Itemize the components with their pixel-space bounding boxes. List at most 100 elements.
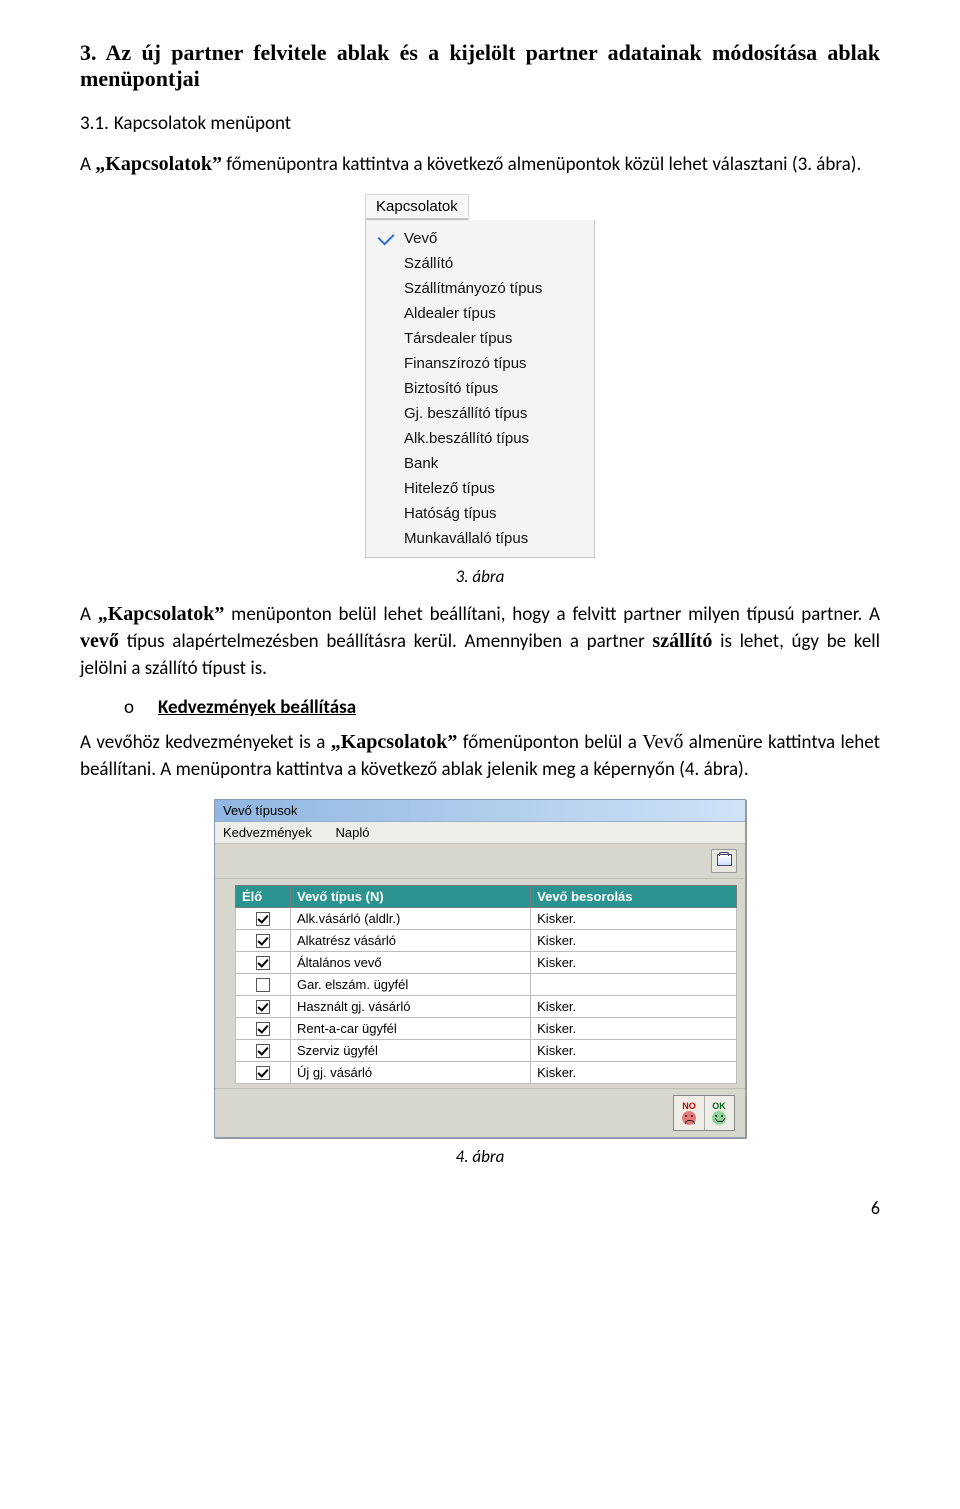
row-class: Kisker. <box>531 930 737 952</box>
row-checkbox-cell[interactable] <box>236 952 291 974</box>
para-2-mid2: típus alapértelmezésben beállításra kerü… <box>119 630 653 653</box>
para-1-pre: A <box>80 153 95 176</box>
app-titlebar: Vevő típusok <box>215 800 745 822</box>
dropdown-item-1[interactable]: Szállító <box>370 251 590 276</box>
figure-2-caption: 4. ábra <box>80 1146 880 1167</box>
row-checkbox-cell[interactable] <box>236 974 291 996</box>
checkbox-icon[interactable] <box>256 934 270 948</box>
table-row[interactable]: Gar. elszám. ügyfél <box>236 974 737 996</box>
para-3-mid1: főmenüponton belül a <box>457 731 642 754</box>
no-label: NO <box>682 1101 696 1111</box>
row-name: Rent-a-car ügyfél <box>291 1018 531 1040</box>
row-checkbox-cell[interactable] <box>236 1062 291 1084</box>
checkbox-icon[interactable] <box>256 1022 270 1036</box>
row-class: Kisker. <box>531 908 737 930</box>
dropdown-item-3[interactable]: Aldealer típus <box>370 301 590 326</box>
vevo-tipusok-table: Élő Vevő típus (N) Vevő besorolás Alk.vá… <box>235 885 737 1084</box>
checkbox-icon[interactable] <box>256 956 270 970</box>
table-row[interactable]: Rent-a-car ügyfélKisker. <box>236 1018 737 1040</box>
table-row[interactable]: Használt gj. vásárlóKisker. <box>236 996 737 1018</box>
row-class <box>531 974 737 996</box>
row-checkbox-cell[interactable] <box>236 1040 291 1062</box>
page-number: 6 <box>80 1197 880 1219</box>
dropdown-menu-list: VevőSzállítóSzállítmányozó típusAldealer… <box>365 220 595 558</box>
table-row[interactable]: Új gj. vásárlóKisker. <box>236 1062 737 1084</box>
para-1-quoted: „Kapcsolatok” <box>95 153 222 175</box>
ok-button[interactable]: OK <box>704 1096 734 1130</box>
row-name: Általános vevő <box>291 952 531 974</box>
row-name: Alk.vásárló (aldlr.) <box>291 908 531 930</box>
row-name: Használt gj. vásárló <box>291 996 531 1018</box>
row-name: Gar. elszám. ügyfél <box>291 974 531 996</box>
checkbox-icon[interactable] <box>256 1066 270 1080</box>
dropdown-item-8[interactable]: Alk.beszállító típus <box>370 426 590 451</box>
para-3: A vevőhöz kedvezményeket is a „Kapcsolat… <box>80 729 880 783</box>
para-2-q1: „Kapcsolatok” <box>98 603 225 625</box>
para-1-post: főmenüpontra kattintva a következő almen… <box>222 153 861 176</box>
subsection-line: 3.1. Kapcsolatok menüpont <box>80 110 880 137</box>
para-2-pre: A <box>80 603 98 626</box>
figure-2: Vevő típusok Kedvezmények Napló Élő Vevő… <box>80 799 880 1138</box>
lock-icon[interactable] <box>711 849 737 873</box>
no-button[interactable]: NO <box>674 1096 705 1130</box>
row-checkbox-cell[interactable] <box>236 930 291 952</box>
checkbox-icon[interactable] <box>256 1044 270 1058</box>
section-heading: 3. Az új partner felvitele ablak és a ki… <box>80 40 880 92</box>
para-1: A „Kapcsolatok” főmenüpontra kattintva a… <box>80 151 880 178</box>
row-checkbox-cell[interactable] <box>236 1018 291 1040</box>
checkbox-icon[interactable] <box>256 978 270 992</box>
para-2-bold2: szállító <box>652 630 712 652</box>
figure-1: Kapcsolatok VevőSzállítóSzállítmányozó t… <box>80 194 880 558</box>
dropdown-item-10[interactable]: Hitelező típus <box>370 476 590 501</box>
row-checkbox-cell[interactable] <box>236 996 291 1018</box>
row-class: Kisker. <box>531 996 737 1018</box>
ok-label: OK <box>712 1101 726 1111</box>
checkbox-icon[interactable] <box>256 912 270 926</box>
app-window: Vevő típusok Kedvezmények Napló Élő Vevő… <box>214 799 746 1138</box>
row-name: Szerviz ügyfél <box>291 1040 531 1062</box>
bullet-kedvezmenyek: oKedvezmények beállítása <box>124 696 880 719</box>
table-row[interactable]: Általános vevőKisker. <box>236 952 737 974</box>
para-3-pre: A vevőhöz kedvezményeket is a <box>80 731 331 754</box>
no-ok-button[interactable]: NO OK <box>673 1095 735 1131</box>
app-toolbar <box>215 844 745 879</box>
para-2: A „Kapcsolatok” menüponton belül lehet b… <box>80 601 880 682</box>
dropdown-item-6[interactable]: Biztosító típus <box>370 376 590 401</box>
row-class: Kisker. <box>531 952 737 974</box>
col-vevo-besorolas[interactable]: Vevő besorolás <box>531 886 737 908</box>
dropdown-item-9[interactable]: Bank <box>370 451 590 476</box>
happy-face-icon <box>712 1111 726 1125</box>
checkbox-icon[interactable] <box>256 1000 270 1014</box>
table-row[interactable]: Alkatrész vásárlóKisker. <box>236 930 737 952</box>
menu-kedvezmenyek[interactable]: Kedvezmények <box>223 825 312 840</box>
app-footer: NO OK <box>215 1088 745 1137</box>
para-3-q1: „Kapcsolatok” <box>331 731 458 753</box>
dropdown-item-11[interactable]: Hatóság típus <box>370 501 590 526</box>
dropdown-menu: Kapcsolatok VevőSzállítóSzállítmányozó t… <box>365 194 595 558</box>
row-class: Kisker. <box>531 1040 737 1062</box>
para-2-bold1: vevő <box>80 630 119 652</box>
dropdown-menu-title[interactable]: Kapcsolatok <box>365 194 469 220</box>
subsection-title: Kapcsolatok menüpont <box>114 112 291 135</box>
bullet-text: Kedvezmények beállítása <box>158 696 356 719</box>
dropdown-item-4[interactable]: Társdealer típus <box>370 326 590 351</box>
row-name: Új gj. vásárló <box>291 1062 531 1084</box>
para-2-mid1: menüponton belül lehet beállítani, hogy … <box>224 603 880 626</box>
dropdown-item-5[interactable]: Finanszírozó típus <box>370 351 590 376</box>
table-row[interactable]: Szerviz ügyfélKisker. <box>236 1040 737 1062</box>
row-checkbox-cell[interactable] <box>236 908 291 930</box>
dropdown-item-2[interactable]: Szállítmányozó típus <box>370 276 590 301</box>
col-vevo-tipus[interactable]: Vevő típus (N) <box>291 886 531 908</box>
app-menubar: Kedvezmények Napló <box>215 822 745 844</box>
menu-naplo[interactable]: Napló <box>336 825 370 840</box>
figure-1-caption: 3. ábra <box>80 566 880 587</box>
table-row[interactable]: Alk.vásárló (aldlr.)Kisker. <box>236 908 737 930</box>
row-class: Kisker. <box>531 1018 737 1040</box>
dropdown-item-7[interactable]: Gj. beszállító típus <box>370 401 590 426</box>
sad-face-icon <box>682 1111 696 1125</box>
dropdown-item-0[interactable]: Vevő <box>370 226 590 251</box>
bullet-marker: o <box>124 696 158 719</box>
col-elo[interactable]: Élő <box>236 886 291 908</box>
para-3-code: Vevő <box>642 731 683 753</box>
dropdown-item-12[interactable]: Munkavállaló típus <box>370 526 590 551</box>
